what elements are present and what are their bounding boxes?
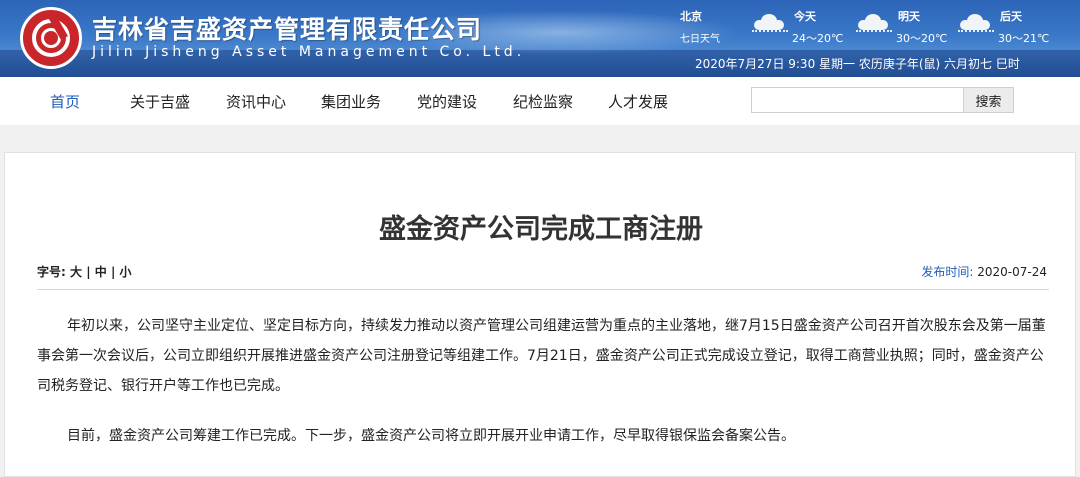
nav-item-news[interactable]: 资讯中心 xyxy=(226,91,286,112)
company-name-cn: 吉林省吉盛资产管理有限责任公司 xyxy=(92,15,483,44)
article-card: 盛金资产公司完成工商注册 字号: 大 | 中 | 小 发布时间: 2020-07… xyxy=(4,152,1076,477)
nav-item-home[interactable]: 首页 xyxy=(50,91,80,112)
article-paragraph: 目前，盛金资产公司筹建工作已完成。下一步，盛金资产公司将立即开展开业申请工作，尽… xyxy=(67,428,795,444)
nav-item-talent[interactable]: 人才发展 xyxy=(608,91,668,112)
font-size-small[interactable]: 小 xyxy=(120,265,132,279)
font-size-switcher: 字号: 大 | 中 | 小 xyxy=(37,265,132,279)
cloud-rain-icon xyxy=(854,14,894,32)
main-nav: 首页 关于吉盛 资讯中心 集团业务 党的建设 纪检监察 人才发展 搜索 xyxy=(0,77,1080,125)
search-input[interactable] xyxy=(751,87,964,113)
weather-subtitle[interactable]: 七日天气 xyxy=(680,30,720,45)
weather-day-temp: 30～21℃ xyxy=(998,32,1050,45)
current-datetime: 2020年7月27日 9:30 星期一 农历庚子年(鼠) 六月初七 巳时 xyxy=(695,57,1020,71)
weather-day-after: 后天 30～21℃ xyxy=(956,8,1060,48)
search-button[interactable]: 搜索 xyxy=(963,87,1014,113)
font-size-label: 字号: xyxy=(37,265,66,279)
cloud-rain-icon xyxy=(956,14,996,32)
publish-date-label: 发布时间: xyxy=(921,265,974,279)
weather-day-name: 今天 xyxy=(794,10,816,23)
publish-date-value: 2020-07-24 xyxy=(977,265,1047,279)
nav-item-inspection[interactable]: 纪检监察 xyxy=(513,91,573,112)
article-title: 盛金资产公司完成工商注册 xyxy=(379,214,703,245)
weather-city: 北京 xyxy=(680,10,702,23)
weather-day-temp: 30～20℃ xyxy=(896,32,948,45)
publish-date: 发布时间: 2020-07-24 xyxy=(921,263,1047,280)
nav-item-party[interactable]: 党的建设 xyxy=(417,91,477,112)
cloud-rain-icon xyxy=(750,14,790,32)
article-paragraph: 年初以来，公司坚守主业定位、坚定目标方向，持续发力推动以资产管理公司组建运营为重… xyxy=(37,318,1046,394)
weather-day-today: 今天 24～20℃ xyxy=(750,8,854,48)
font-size-medium[interactable]: 中 xyxy=(95,265,107,279)
company-name-en: Jilin Jisheng Asset Management Co. Ltd. xyxy=(92,44,526,60)
font-size-large[interactable]: 大 xyxy=(70,265,82,279)
site-banner: 吉林省吉盛资产管理有限责任公司 Jilin Jisheng Asset Mana… xyxy=(0,0,1080,77)
nav-item-business[interactable]: 集团业务 xyxy=(321,91,381,112)
weather-day-name: 后天 xyxy=(1000,10,1022,23)
nav-item-about[interactable]: 关于吉盛 xyxy=(130,91,190,112)
weather-day-tomorrow: 明天 30～20℃ xyxy=(854,8,958,48)
weather-day-temp: 24～20℃ xyxy=(792,32,844,45)
weather-day-name: 明天 xyxy=(898,10,920,23)
company-logo-icon[interactable] xyxy=(20,7,82,69)
article-divider xyxy=(37,289,1049,290)
